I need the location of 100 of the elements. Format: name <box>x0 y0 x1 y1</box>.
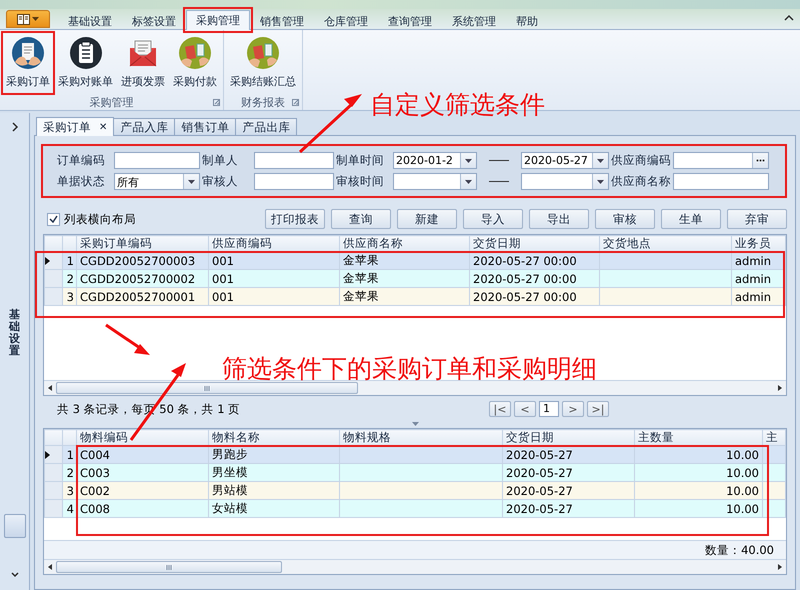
checkmark-icon <box>49 215 58 223</box>
input-field[interactable] <box>254 173 334 190</box>
input-field[interactable] <box>673 173 769 190</box>
horizontal-scrollbar[interactable] <box>44 559 786 574</box>
ribbon-tab[interactable]: 系统管理 <box>442 11 506 30</box>
field-label: 制单人 <box>202 153 239 168</box>
column-header[interactable]: 供应商编码 <box>208 236 340 252</box>
caret-icon[interactable] <box>465 158 472 162</box>
table-cell: 男站模 <box>208 482 340 500</box>
total-quantity: 数量：40.00 <box>44 540 786 559</box>
column-header[interactable]: 主 <box>762 430 786 446</box>
close-button[interactable]: ✕ <box>99 122 108 132</box>
annotation-text: 筛选条件下的采购订单和采购明细 <box>222 353 597 385</box>
chevron-down-icon[interactable] <box>10 570 20 580</box>
ribbon-tab[interactable]: 标签设置 <box>122 11 186 30</box>
ribbon-tab[interactable]: 基础设置 <box>58 11 122 30</box>
row-indicator-icon <box>46 256 50 264</box>
toolbar-button[interactable]: 审核 <box>595 209 655 229</box>
caret-icon <box>32 17 39 21</box>
document-tab[interactable]: 采购订单 ✕ <box>36 117 114 136</box>
column-header[interactable]: 交货地点 <box>600 236 732 252</box>
arrow-right-icon[interactable] <box>776 563 784 571</box>
column-header[interactable]: 交货日期 <box>470 236 600 252</box>
arrow-left-icon[interactable] <box>46 384 54 392</box>
layout-checkbox[interactable]: 列表横向布局 <box>47 212 136 226</box>
date-field[interactable] <box>393 173 477 190</box>
document-tab[interactable]: 销售订单 <box>174 118 236 135</box>
table-cell: 男坐模 <box>208 464 340 482</box>
toolbar-button[interactable]: 生单 <box>661 209 721 229</box>
caret-icon[interactable] <box>188 180 195 184</box>
ribbon-button[interactable]: 采购订单 <box>3 32 53 94</box>
document-tab[interactable]: 产品入库 <box>113 118 176 135</box>
grip-icon <box>166 564 172 570</box>
page-number-field[interactable]: 1 <box>539 401 559 417</box>
document-tab[interactable]: 产品出库 <box>235 118 298 135</box>
toolbar-button[interactable]: 打印报表 <box>265 209 325 229</box>
launcher-icon[interactable] <box>292 99 299 106</box>
toolbar-button[interactable]: 新建 <box>397 209 457 229</box>
ribbon-button[interactable]: 采购对账单 <box>55 32 116 94</box>
annotation-arrow <box>105 324 150 355</box>
collapse-icon[interactable] <box>784 14 794 21</box>
ribbon-button[interactable]: 采购付款 <box>170 32 220 94</box>
table-cell: 10.00 <box>634 482 762 500</box>
date-field[interactable]: 2020-05-27 <box>521 152 609 169</box>
field-label: 审核时间 <box>336 174 385 189</box>
field-label: 制单时间 <box>336 153 385 168</box>
next-page-button[interactable]: > <box>562 401 584 417</box>
input-field[interactable] <box>114 152 200 169</box>
expand-icon[interactable] <box>10 121 20 133</box>
grip-icon <box>204 386 210 390</box>
caret-icon[interactable] <box>597 158 604 162</box>
ribbon-tab[interactable]: 销售管理 <box>250 11 314 30</box>
arrow-left-icon[interactable] <box>46 563 54 571</box>
ribbon-tab[interactable]: 采购管理 <box>186 10 250 30</box>
table-cell: CGDD20052700002 <box>76 270 208 288</box>
arrow-right-icon[interactable] <box>776 384 784 392</box>
lookup-field[interactable] <box>673 152 769 169</box>
table-cell: 001 <box>208 288 340 306</box>
annotation-box <box>1 31 55 95</box>
date-field[interactable]: 2020-01-2 <box>393 152 477 169</box>
first-page-button[interactable]: |< <box>489 401 511 417</box>
date-field[interactable] <box>521 173 609 190</box>
table-cell: 2020-05-27 <box>502 500 634 518</box>
column-header[interactable]: 交货日期 <box>502 430 634 446</box>
toolbar-button[interactable]: 导入 <box>463 209 523 229</box>
field-label: 订单编码 <box>57 153 106 168</box>
previous-page-button[interactable]: < <box>514 401 536 417</box>
column-header[interactable]: 物料名称 <box>208 430 340 446</box>
toolbar-button[interactable]: 查询 <box>331 209 391 229</box>
horizontal-scrollbar[interactable] <box>44 380 786 395</box>
column-header[interactable]: 物料规格 <box>340 430 502 446</box>
column-header[interactable]: 业务员 <box>732 236 786 252</box>
field-label: 供应商名称 <box>611 174 671 189</box>
ribbon-button[interactable]: 进项发票 <box>118 32 168 94</box>
column-header[interactable]: 供应商名称 <box>340 236 470 252</box>
ellipsis-icon[interactable] <box>756 159 765 162</box>
column-header[interactable]: 采购订单编码 <box>76 236 208 252</box>
ribbon-tab[interactable]: 帮助 <box>506 11 548 30</box>
annotation-text: 自定义筛选条件 <box>370 89 545 121</box>
range-dash <box>489 181 509 182</box>
input-field[interactable] <box>254 152 334 169</box>
side-panel-title[interactable]: 基础设置 <box>9 309 20 358</box>
toolbar-button[interactable]: 导出 <box>529 209 589 229</box>
table-cell: 金苹果 <box>340 288 470 306</box>
table-cell: CGDD20052700001 <box>76 288 208 306</box>
column-header[interactable]: 物料编码 <box>76 430 208 446</box>
last-page-button[interactable]: >| <box>587 401 609 417</box>
dropdown-field[interactable]: 所有 <box>114 173 200 190</box>
column-header[interactable]: 主数量 <box>634 430 762 446</box>
table-cell: 2020-05-27 00:00 <box>470 288 600 306</box>
ribbon-tab[interactable]: 仓库管理 <box>314 11 378 30</box>
splitter-icon[interactable] <box>412 422 418 426</box>
toolbar-button[interactable]: 弃审 <box>727 209 787 229</box>
money-hands-icon <box>246 36 280 70</box>
caret-icon[interactable] <box>597 180 604 184</box>
app-menu-button[interactable] <box>6 10 50 28</box>
launcher-icon[interactable] <box>213 99 220 106</box>
ribbon-tab[interactable]: 查询管理 <box>378 11 442 30</box>
caret-icon[interactable] <box>465 180 472 184</box>
ribbon-button[interactable]: 采购结账汇总 <box>227 32 299 94</box>
